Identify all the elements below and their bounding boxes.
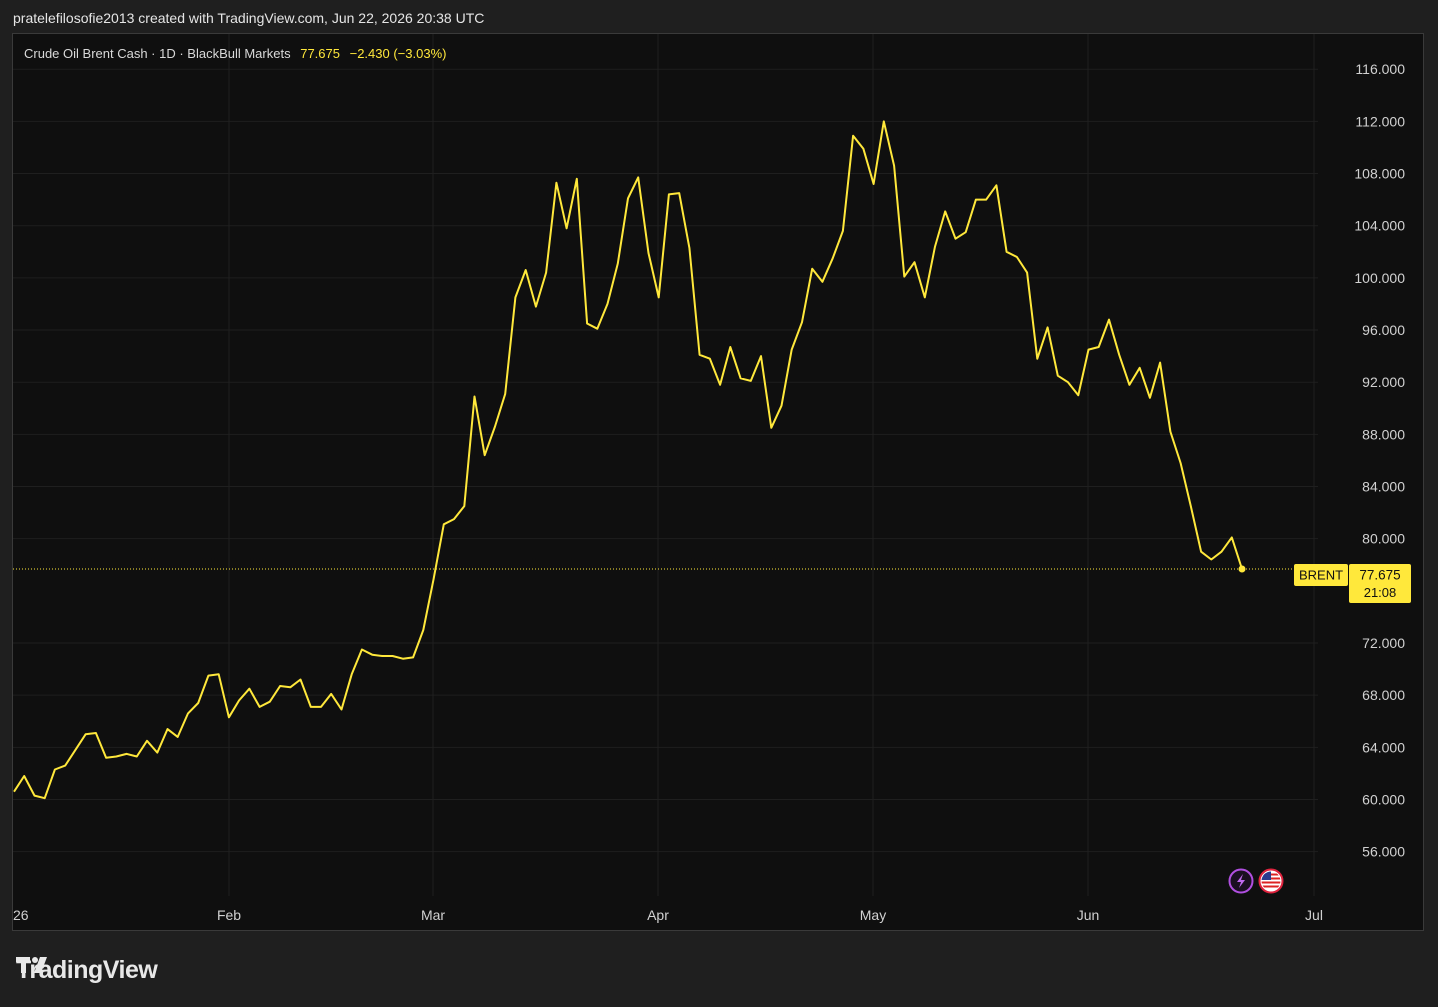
tradingview-logo[interactable]: TradingView xyxy=(16,955,158,985)
y-tick-label: 96.000 xyxy=(1362,322,1405,338)
y-tick-label: 84.000 xyxy=(1362,479,1405,495)
y-tick-label: 68.000 xyxy=(1362,687,1405,703)
y-tick-label: 104.000 xyxy=(1354,218,1405,234)
x-tick-label: Apr xyxy=(647,907,669,923)
lightning-icon[interactable] xyxy=(1228,868,1254,894)
x-tick-label: Feb xyxy=(217,907,241,923)
price-chart[interactable]: 56.000 60.000 64.000 68.000 72.000 80.000 84.0… xyxy=(13,34,1424,931)
last-value: 77.675 xyxy=(300,46,340,61)
y-tick-label: 88.000 xyxy=(1362,426,1405,442)
us-flag-icon[interactable] xyxy=(1258,868,1284,894)
y-tick-label: 108.000 xyxy=(1354,166,1405,182)
last-price-dot xyxy=(1238,565,1246,573)
ticker-badge-text: BRENT xyxy=(1299,568,1343,583)
price-badge-countdown: 21:08 xyxy=(1364,585,1397,600)
y-tick-label: 116.000 xyxy=(1355,61,1405,77)
price-label: BRENT 77.675 21:08 xyxy=(1294,564,1411,603)
symbol-legend[interactable]: Crude Oil Brent Cash · 1D · BlackBull Ma… xyxy=(24,46,446,61)
change-value: −2.430 (−3.03%) xyxy=(349,46,447,61)
y-tick-label: 92.000 xyxy=(1362,374,1405,390)
y-tick-label: 100.000 xyxy=(1354,270,1405,286)
attribution-text: pratelefilosofie2013 created with Tradin… xyxy=(13,10,485,26)
price-series-line xyxy=(13,120,1243,800)
y-tick-label: 60.000 xyxy=(1362,791,1405,807)
x-tick-label: Jun xyxy=(1077,907,1100,923)
y-axis[interactable]: 56.000 60.000 64.000 68.000 72.000 80.000 84.0… xyxy=(1354,61,1405,859)
x-axis[interactable]: 26 Feb Mar Apr May Jun Jul xyxy=(13,907,1323,923)
y-tick-label: 64.000 xyxy=(1362,739,1405,755)
symbol-title: Crude Oil Brent Cash · 1D · BlackBull Ma… xyxy=(24,46,291,61)
y-tick-label: 72.000 xyxy=(1362,635,1405,651)
price-badge-value: 77.675 xyxy=(1359,568,1400,583)
y-tick-label: 80.000 xyxy=(1362,531,1405,547)
tradingview-logo-icon xyxy=(16,957,47,973)
grid-lines xyxy=(13,34,1318,896)
x-tick-label: Jul xyxy=(1305,907,1323,923)
x-tick-label: May xyxy=(860,907,886,923)
y-tick-label: 56.000 xyxy=(1362,844,1405,860)
y-tick-label: 112.000 xyxy=(1355,113,1405,129)
chart-panel[interactable]: 56.000 60.000 64.000 68.000 72.000 80.000 84.0… xyxy=(12,33,1424,931)
x-tick-label: 26 xyxy=(13,907,29,923)
x-tick-label: Mar xyxy=(421,907,445,923)
